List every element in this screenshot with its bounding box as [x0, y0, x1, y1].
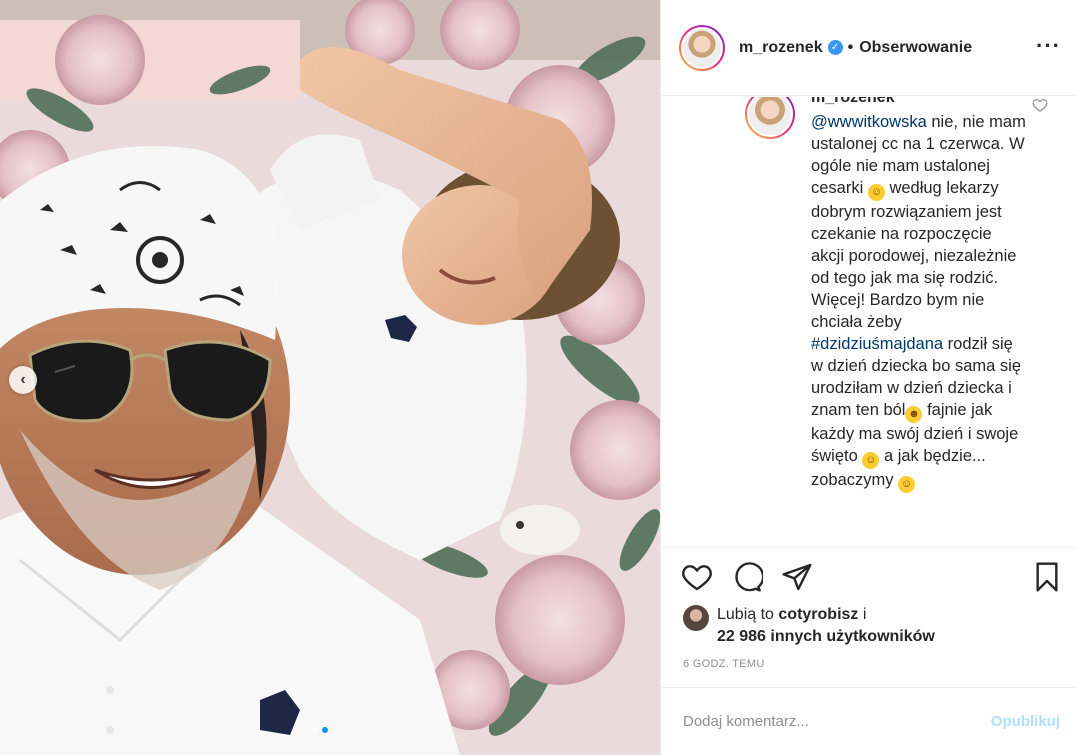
post-timestamp[interactable]: 6 GODZ. TEMU [683, 658, 765, 670]
carousel-indicator [312, 727, 328, 733]
carousel-dot-active [322, 727, 328, 733]
chevron-left-icon: ‹ [20, 371, 26, 388]
comments-list[interactable]: m_rozenek @wwwitkowska nie, nie mam usta… [661, 97, 1077, 547]
following-button[interactable]: Obserwowanie [859, 39, 972, 57]
carousel-dot [312, 727, 318, 733]
comment-mention-link[interactable]: @wwwitkowska [811, 113, 927, 131]
post-header: m_rozenek ✓ • Obserwowanie ··· [661, 0, 1077, 96]
verified-badge-icon: ✓ [827, 40, 843, 55]
carousel-prev-button[interactable]: ‹ [9, 366, 37, 394]
heart-icon[interactable] [681, 561, 713, 593]
author-username[interactable]: m_rozenek [739, 39, 823, 57]
comment-author-avatar[interactable] [745, 97, 795, 139]
smiling-emoji-icon: ☺ [867, 184, 885, 201]
add-comment-bar: Opublikuj [661, 687, 1077, 755]
comment-like-heart-icon[interactable] [1032, 97, 1048, 113]
comment-icon[interactable] [731, 561, 763, 593]
comment-author-username[interactable]: m_rozenek [811, 97, 895, 107]
likes-joiner: i [858, 606, 867, 623]
post-photo[interactable]: ‹ [0, 0, 660, 755]
comment-input[interactable] [683, 713, 991, 730]
header-separator: • [847, 38, 854, 56]
more-options-icon[interactable]: ··· [1036, 35, 1061, 57]
smiling-emoji-icon: ☺ [862, 452, 880, 469]
likes-count-link[interactable]: 22 986 innych użytkowników [717, 628, 935, 645]
comment-text: @wwwitkowska nie, nie mam ustalonej cc n… [811, 111, 1026, 493]
comment-hashtag-link[interactable]: #dzidziuśmajdana [811, 335, 943, 353]
publish-button[interactable]: Opublikuj [991, 713, 1060, 730]
bookmark-icon[interactable] [1031, 561, 1063, 593]
post-actions: Lubią to cotyrobisz i 22 986 innych użyt… [661, 547, 1077, 687]
likes-prefix: Lubią to [717, 606, 779, 623]
comment-text-part: według lekarzy dobrym rozwiązaniem jest … [811, 179, 1017, 331]
likes-text: Lubią to cotyrobisz i 22 986 innych użyt… [717, 604, 935, 648]
liker-username-link[interactable]: cotyrobisz [778, 606, 858, 623]
photo-image [0, 0, 660, 755]
tongue-emoji-icon: ☻ [905, 406, 923, 423]
likes-summary: Lubią to cotyrobisz i 22 986 innych użyt… [683, 604, 935, 648]
post-details-pane: m_rozenek ✓ • Obserwowanie ··· m_rozenek… [660, 0, 1077, 755]
share-icon[interactable] [781, 561, 813, 593]
smiling-emoji-icon: ☺ [898, 476, 916, 493]
author-avatar[interactable] [679, 24, 725, 71]
liker-avatar[interactable] [683, 605, 709, 631]
